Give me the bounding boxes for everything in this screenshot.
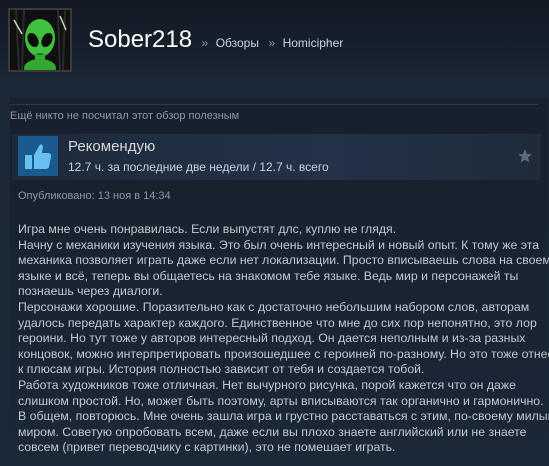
review-line: к плюсам игры. История полностью зависит… — [18, 362, 425, 377]
review-line: Игра мне очень понравилась. Если выпустя… — [18, 222, 397, 236]
breadcrumb-reviews-link[interactable]: Обзоры — [216, 36, 259, 50]
review-line: концовок, можно интерпретировать произош… — [18, 346, 549, 361]
review-line: Персонажи хорошие. Поразительно как с до… — [18, 299, 530, 314]
posted-label: Опубликовано: — [18, 190, 95, 202]
posted-date: Опубликовано: 13 ноя в 14:34 — [18, 190, 171, 202]
vote-header: Рекомендую 12.7 ч. за последние две неде… — [12, 134, 541, 180]
review-line: слишком простой. Но, может быть поэтому,… — [18, 393, 544, 408]
alien-avatar-icon — [10, 10, 70, 70]
review-line: познаешь через диалоги. — [18, 284, 163, 299]
breadcrumb-game-link[interactable]: Homicipher — [283, 36, 344, 50]
vote-icon-box — [18, 136, 58, 176]
vote-title: Рекомендую — [68, 138, 156, 155]
profile-breadcrumb: Sober218 » Обзоры » Homicipher — [88, 26, 343, 54]
thumbs-up-icon — [18, 136, 58, 176]
playtime-hours: 12.7 ч. за последние две недели / 12.7 ч… — [68, 160, 329, 174]
breadcrumb-separator: » — [268, 36, 276, 50]
review-line: механика позволяет играть даже если нет … — [18, 253, 549, 268]
review-text: Игра мне очень понравилась. Если выпустя… — [18, 222, 549, 456]
avatar[interactable] — [8, 8, 72, 72]
persona-name[interactable]: Sober218 — [88, 26, 192, 53]
star-icon[interactable] — [517, 148, 533, 164]
review-line: В общем, повторюсь. Мне очень зашла игра… — [18, 409, 549, 424]
review-line: языке и всё, теперь вы общаетесь на знак… — [18, 268, 519, 283]
review-line: Начну с механики изучения языка. Это был… — [18, 237, 540, 252]
review-line: героини. Но тут тоже у авторов интересны… — [18, 331, 526, 346]
review-line: удалось передать характер каждого. Единс… — [18, 315, 537, 330]
helpful-count: Ещё никто не посчитал этот обзор полезны… — [10, 104, 538, 122]
review-line: Работа художников тоже отличная. Нет выч… — [18, 377, 516, 392]
review-line: миром. Советую опробовать всем, даже есл… — [18, 424, 527, 439]
posted-date-value: 13 ноя в 14:34 — [97, 190, 171, 202]
review-line: совсем (привет переводчику с картинки), … — [18, 440, 396, 455]
breadcrumb-separator: » — [201, 36, 209, 50]
